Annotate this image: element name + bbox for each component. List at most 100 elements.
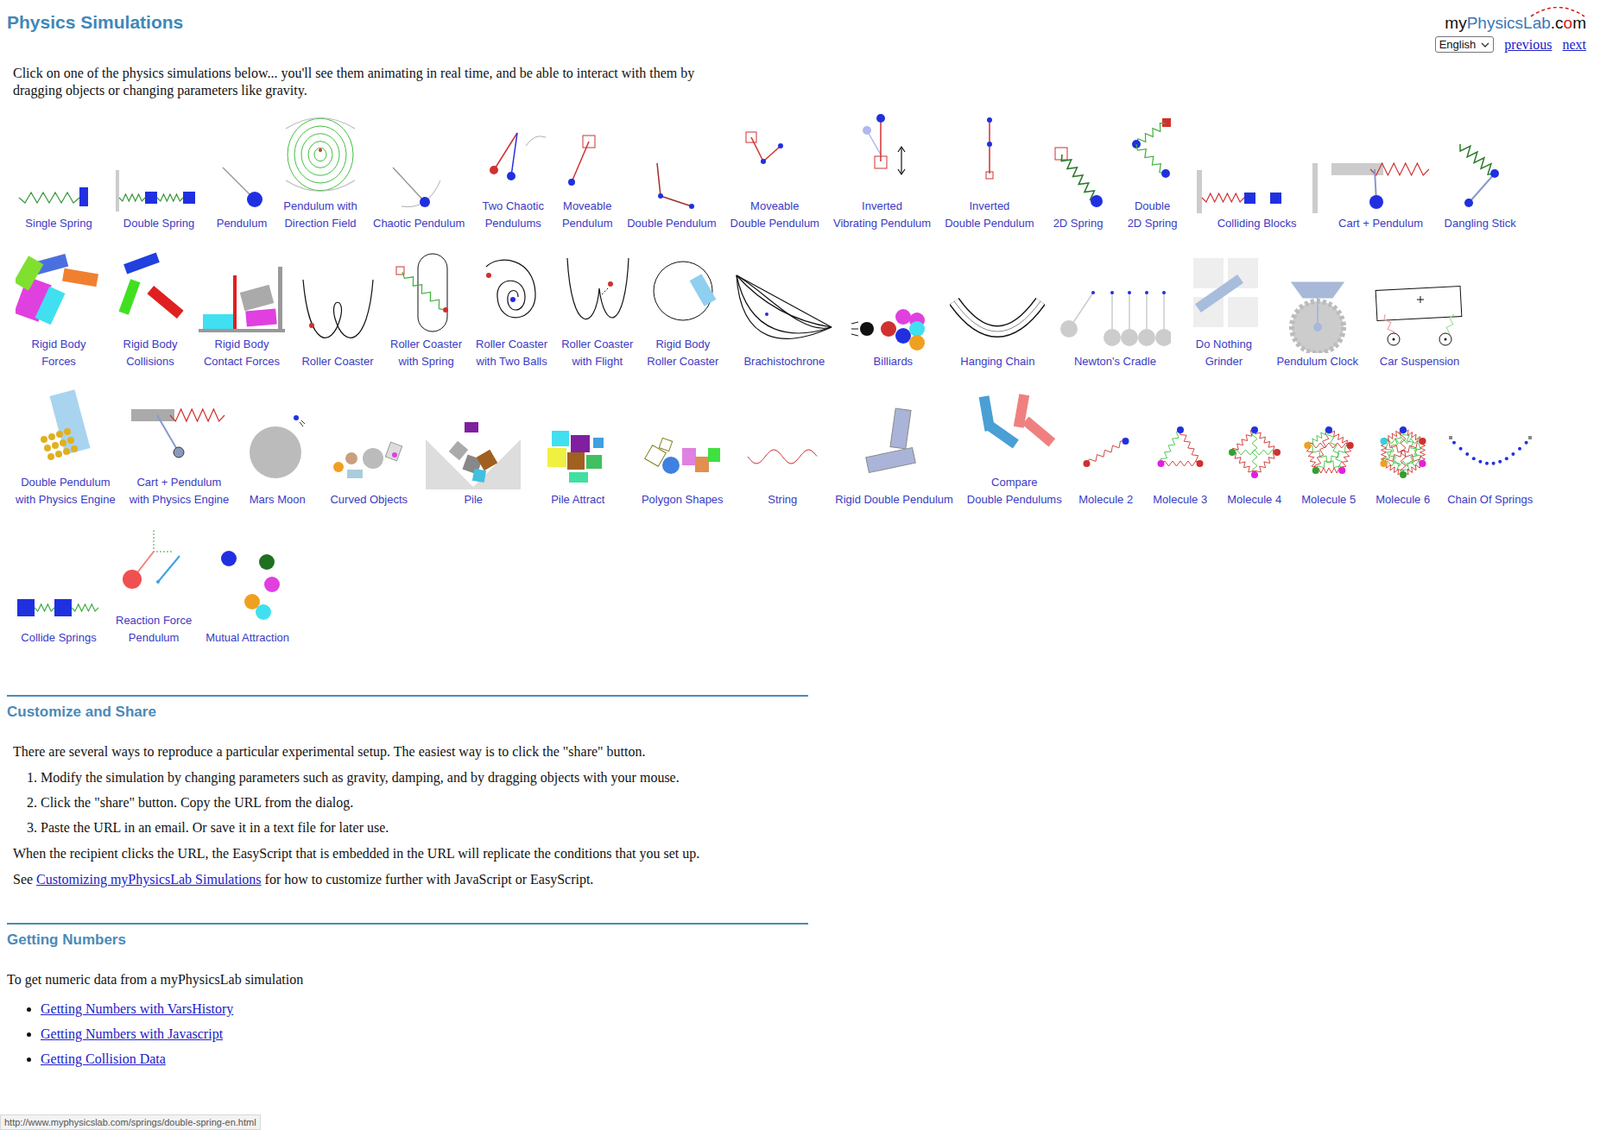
simulation-label: with Physics Engine (15, 491, 116, 509)
step-item: Modify the simulation by changing parame… (40, 769, 709, 787)
spring-icon (15, 128, 102, 216)
simulation-link[interactable]: Cart + Pendulum (1331, 128, 1431, 233)
simulation-link[interactable]: Single Spring (15, 128, 102, 233)
step-item: Click the "share" button. Copy the URL f… (40, 794, 709, 812)
simulation-label: Pendulums (485, 215, 542, 233)
language-select[interactable]: English (1435, 36, 1495, 53)
simulation-link[interactable]: Molecule 3 (1150, 404, 1211, 509)
polygons-icon (634, 404, 730, 492)
simulation-link[interactable]: Rigid BodyRoller Coaster (646, 249, 719, 371)
simulation-link[interactable]: Roller Coasterwith Two Balls (475, 249, 548, 371)
nav-link[interactable]: next (1562, 37, 1587, 53)
simulation-link[interactable]: Molecule 2 (1075, 404, 1137, 509)
simulation-label: Polygon Shapes (641, 491, 724, 509)
simulation-label: 2D Spring (1127, 215, 1178, 233)
simulation-link[interactable]: Hanging Chain (949, 266, 1045, 371)
simulation-link[interactable]: Mars Moon (242, 404, 312, 509)
simulation-link[interactable]: Roller Coasterwith Flight (561, 249, 633, 371)
simulation-link[interactable]: MoveablePendulum (561, 111, 614, 233)
customizing-link[interactable]: Customizing myPhysicsLab Simulations (36, 872, 261, 887)
simulation-link[interactable]: Mutual Attraction (205, 543, 290, 647)
numbers-link[interactable]: Getting Numbers with VarsHistory (40, 1001, 234, 1017)
simulation-link[interactable]: 2D Spring (1048, 128, 1109, 233)
billiards-icon (849, 266, 936, 354)
simulation-link[interactable]: InvertedVibrating Pendulum (833, 111, 931, 233)
simulation-link[interactable]: String (743, 404, 822, 509)
simulation-link[interactable]: Pendulum (215, 128, 268, 233)
simulation-link[interactable]: Dangling Stick (1444, 128, 1517, 233)
roller-spring-icon (392, 249, 462, 336)
simulation-link[interactable]: Brachistochrone (732, 266, 836, 371)
simulation-label: Molecule 2 (1078, 491, 1133, 509)
simulation-link[interactable]: Double Pendulumwith Physics Engine (15, 387, 116, 509)
simulation-link[interactable]: CompareDouble Pendulums (967, 387, 1063, 509)
simulation-link[interactable]: Cart + Pendulumwith Physics Engine (129, 387, 230, 509)
customize-section: Customize and ShareThere are several way… (6, 695, 809, 889)
simulation-link[interactable]: Molecule 5 (1298, 404, 1360, 509)
simulation-link[interactable]: Colliding Blocks (1196, 128, 1318, 233)
simulation-label: Compare (991, 474, 1038, 492)
paragraph: When the recipient clicks the URL, the E… (12, 845, 709, 863)
simulation-link[interactable]: Two ChaoticPendulums (478, 111, 548, 233)
simulation-link[interactable]: Car Suspension (1372, 266, 1468, 371)
simulation-label: Pendulum (562, 215, 614, 233)
simulation-link[interactable]: Polygon Shapes (634, 404, 730, 509)
simulation-link[interactable]: Double Pendulum (626, 128, 716, 233)
simulation-link[interactable]: Roller Coasterwith Spring (390, 249, 462, 371)
mars-moon-icon (242, 404, 312, 492)
simulation-label: Contact Forces (203, 353, 280, 371)
simulation-link[interactable]: Double Spring (115, 128, 203, 233)
simulation-link[interactable]: Roller Coaster (298, 266, 377, 371)
simulation-link[interactable]: Rigid Double Pendulum (834, 404, 954, 509)
colliding-blocks-icon (1196, 128, 1318, 216)
string-icon (743, 404, 822, 492)
simulation-link[interactable]: Do NothingGrinder (1184, 249, 1263, 371)
rigid-forces-icon (15, 249, 102, 336)
moveable-icon (561, 111, 614, 198)
simulation-link[interactable]: Rigid BodyForces (15, 249, 102, 371)
newtons-cradle-icon (1058, 266, 1171, 354)
simulation-link[interactable]: Newton's Cradle (1058, 266, 1171, 371)
simulation-link[interactable]: Molecule 6 (1372, 404, 1434, 509)
simulation-label: Double Pendulum (944, 215, 1034, 233)
simulation-link[interactable]: Billiards (849, 266, 936, 371)
simulation-link[interactable]: Pendulum withDirection Field (281, 111, 360, 233)
simulation-link[interactable]: Chaotic Pendulum (373, 128, 465, 233)
simulation-link[interactable]: Molecule 4 (1224, 404, 1285, 509)
nav-link[interactable]: previous (1504, 37, 1552, 53)
simulation-link[interactable]: Curved Objects (325, 404, 412, 509)
numbers-link[interactable]: Getting Numbers with Javascript (40, 1026, 223, 1042)
step-item: Paste the URL in an email. Or save it in… (40, 819, 709, 837)
simulation-link[interactable]: Collide Springs (15, 543, 102, 647)
two-chaotic-icon (478, 111, 548, 198)
molecule-4-icon (1224, 404, 1285, 492)
molecule-3-icon (1150, 404, 1211, 492)
simulation-link[interactable]: Rigid BodyCollisions (115, 249, 185, 371)
brachistochrone-icon (732, 266, 836, 354)
site-logo[interactable]: myPhysicsLab.com (1444, 6, 1587, 33)
simulation-label: Inverted (861, 197, 903, 216)
section-heading: Customize and Share (6, 703, 809, 721)
simulation-link[interactable]: MoveableDouble Pendulum (730, 111, 820, 233)
simulation-link[interactable]: InvertedDouble Pendulum (944, 111, 1034, 233)
simulation-label: Car Suspension (1379, 353, 1461, 371)
simulation-link[interactable]: Pile (425, 404, 521, 509)
chaotic-icon (379, 128, 458, 216)
simulation-link[interactable]: Chain Of Springs (1447, 404, 1534, 509)
simulation-label: Colliding Blocks (1217, 215, 1297, 233)
numbers-link[interactable]: Getting Collision Data (40, 1051, 166, 1067)
simulation-link[interactable]: Reaction ForcePendulum (115, 525, 192, 647)
inverted-vibrating-icon (847, 111, 917, 198)
simulation-label: with Spring (398, 353, 454, 371)
simulation-link[interactable]: Double2D Spring (1122, 111, 1183, 233)
simulation-label: Double Pendulum (20, 474, 110, 492)
simulation-link[interactable]: Pile Attract (534, 404, 621, 509)
simulation-link[interactable]: Rigid BodyContact Forces (198, 249, 285, 371)
simulation-label: Curved Objects (329, 491, 408, 509)
logo-arc-icon (1527, 3, 1588, 18)
simulation-label: 2D Spring (1053, 215, 1104, 233)
simulation-label: Double Pendulum (730, 215, 820, 233)
simulation-link[interactable]: Pendulum Clock (1276, 266, 1359, 371)
simulation-label: Roller Coaster (646, 353, 719, 371)
simulation-label: Chain Of Springs (1447, 491, 1533, 509)
